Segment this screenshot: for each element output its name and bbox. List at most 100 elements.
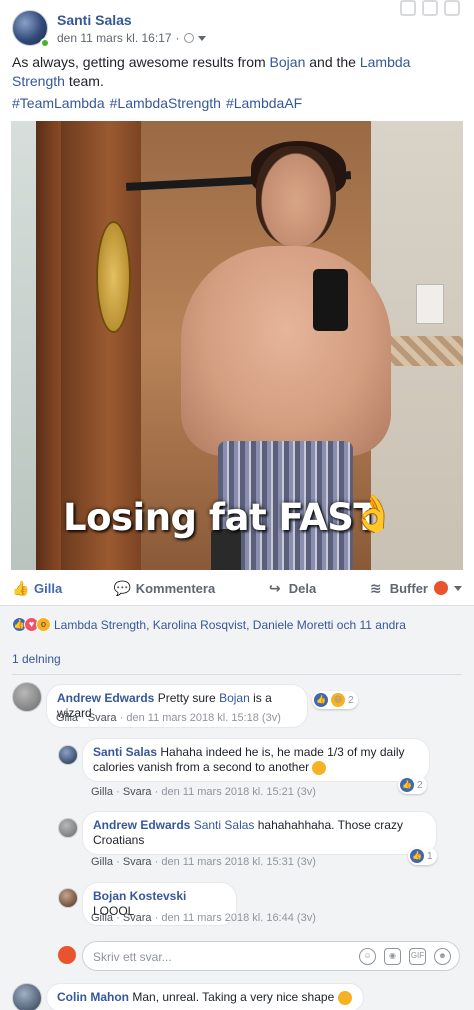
dot-separator: · (154, 856, 159, 868)
photo-doorframe (36, 121, 61, 570)
shares-count[interactable]: 1 delning (12, 652, 61, 666)
action-bar: 👍 Gilla 💬 Kommentera ↪ Dela ≋ Buffer (12, 572, 462, 604)
comment-time[interactable]: den 11 mars 2018 kl. 15:31 (3v) (161, 856, 316, 868)
commenter-name[interactable]: Colin Mahon (57, 990, 129, 1004)
comment-actions: Gilla · Svara · den 11 mars 2018 kl. 16:… (91, 912, 316, 924)
comment-time[interactable]: den 11 mars 2018 kl. 15:18 (3v) (126, 712, 281, 724)
comment-actions: Gilla · Svara · den 11 mars 2018 kl. 15:… (91, 856, 316, 868)
sticker-icon[interactable]: ☻ (434, 948, 451, 965)
dot-separator: · (116, 856, 120, 868)
comment-bubble: Colin Mahon Man, unreal. Taking a very n… (46, 983, 364, 1010)
dot-separator: · (119, 712, 124, 724)
share-label: Dela (288, 580, 317, 596)
options-icon[interactable] (444, 0, 460, 16)
reaction-count: 2 (348, 694, 354, 706)
comment-reactions-badge[interactable]: 👍 😆 2 (312, 691, 358, 709)
comment-actions: Gilla · Svara · den 11 mars 2018 kl. 15:… (91, 786, 316, 798)
top-right-icons (400, 0, 460, 16)
photo-head (256, 146, 336, 246)
reactions-section: 👍 ♥ o Lambda Strength, Karolina Rosqvist… (0, 605, 474, 1010)
camera-icon[interactable]: ◉ (384, 948, 401, 965)
post-text-part: team. (64, 73, 104, 89)
comment-icon: 💬 (113, 580, 132, 596)
reaction-count: 2 (417, 779, 423, 791)
globe-icon (183, 33, 194, 43)
thumbs-up-icon: 👍 (12, 580, 30, 596)
like-button[interactable]: 👍 Gilla (12, 580, 62, 596)
wow-reaction-icon: o (36, 617, 51, 632)
comment-like-link[interactable]: Gilla (56, 712, 78, 724)
comment-reactions-badge[interactable]: 👍 1 (408, 847, 437, 865)
commenter-avatar[interactable] (58, 745, 78, 765)
photo-wall-left (11, 121, 36, 570)
online-status-dot (40, 38, 50, 48)
chevron-down-icon[interactable] (454, 585, 462, 591)
commenter-avatar[interactable] (58, 818, 78, 838)
reactions-text: Lambda Strength, Karolina Rosqvist, Dani… (54, 617, 406, 632)
comment-reply-link[interactable]: Svara (123, 786, 152, 798)
dot-separator: · (116, 912, 120, 924)
divider (12, 674, 462, 675)
post-text-part: and the (305, 54, 360, 70)
buffer-status-icon (434, 581, 448, 595)
comment-mention[interactable]: Bojan (219, 691, 250, 705)
comment-button[interactable]: 💬 Kommentera (114, 580, 215, 596)
post-text: As always, getting awesome results from … (12, 53, 462, 91)
reaction-icons: 👍 ♥ o (12, 617, 51, 632)
haha-reaction-icon: 😆 (331, 693, 345, 707)
author-name[interactable]: Santi Salas (57, 12, 132, 28)
like-reaction-icon: 👍 (400, 778, 414, 792)
commenter-name[interactable]: Santi Salas (93, 745, 157, 759)
edit-icon[interactable] (422, 0, 438, 16)
dot-separator: · (154, 912, 159, 924)
comment-mention[interactable]: Santi Salas (194, 818, 255, 832)
photo-medal (96, 221, 131, 333)
share-icon: ↪ (268, 580, 281, 596)
buffer-button[interactable]: ≋ Buffer (368, 580, 462, 596)
chevron-down-icon[interactable] (197, 35, 206, 41)
commenter-name[interactable]: Bojan Kostevski (93, 889, 186, 903)
post-photo[interactable]: Losing fat FAST 👌 (11, 121, 463, 570)
laughing-emoji (312, 760, 327, 775)
photo-phone (313, 269, 348, 331)
mention-bojan[interactable]: Bojan (270, 54, 306, 70)
dot-separator: · (116, 786, 120, 798)
share-button[interactable]: ↪ Dela (267, 580, 316, 596)
hashtag-link[interactable]: #LambdaStrength (110, 95, 221, 111)
reaction-count: 1 (427, 850, 433, 862)
pin-icon[interactable] (400, 0, 416, 16)
hashtag-link[interactable]: #LambdaAF (226, 95, 302, 111)
comment-reply-link[interactable]: Svara (123, 856, 152, 868)
comment-time[interactable]: den 11 mars 2018 kl. 16:44 (3v) (161, 912, 316, 924)
comment-reply-link[interactable]: Svara (123, 912, 152, 924)
comment-like-link[interactable]: Gilla (91, 912, 113, 924)
post-date[interactable]: den 11 mars kl. 16:17 (57, 31, 172, 45)
dot-separator: · (81, 712, 85, 724)
comment-like-link[interactable]: Gilla (91, 856, 113, 868)
photo-tile-stripe (379, 336, 463, 366)
hashtag-link[interactable]: #TeamLambda (12, 95, 105, 111)
commenter-name[interactable]: Andrew Edwards (93, 818, 190, 832)
comment-bubble: Andrew Edwards Santi Salas hahahahhaha. … (82, 811, 437, 855)
reply-input-icons: ☺ ◉ GIF ☻ (359, 948, 451, 965)
comment-bubble: Santi Salas Hahaha indeed he is, he made… (82, 738, 430, 782)
comment-reactions-badge[interactable]: 👍 2 (398, 776, 427, 794)
comment-like-link[interactable]: Gilla (91, 786, 113, 798)
comment-reply-link[interactable]: Svara (88, 712, 117, 724)
buffer-label: Buffer (389, 580, 428, 596)
commenter-avatar[interactable] (12, 983, 42, 1010)
commenter-avatar[interactable] (58, 888, 78, 908)
comment-label: Kommentera (135, 580, 216, 596)
like-reaction-icon: 👍 (314, 693, 328, 707)
comment-time[interactable]: den 11 mars 2018 kl. 15:21 (3v) (161, 786, 316, 798)
commenter-name[interactable]: Andrew Edwards (57, 691, 154, 705)
reply-input[interactable]: Skriv ett svar... ☺ ◉ GIF ☻ (82, 941, 460, 971)
my-avatar (58, 946, 76, 964)
emoji-icon[interactable]: ☺ (359, 948, 376, 965)
photo-light-switch (416, 284, 444, 324)
comment-actions: Gilla · Svara · den 11 mars 2018 kl. 15:… (56, 712, 281, 724)
post-header: Santi Salas den 11 mars kl. 16:17 · (12, 0, 462, 48)
gif-icon[interactable]: GIF (409, 948, 426, 965)
commenter-avatar[interactable] (12, 682, 42, 712)
reactions-summary[interactable]: 👍 ♥ o Lambda Strength, Karolina Rosqvist… (12, 617, 406, 632)
